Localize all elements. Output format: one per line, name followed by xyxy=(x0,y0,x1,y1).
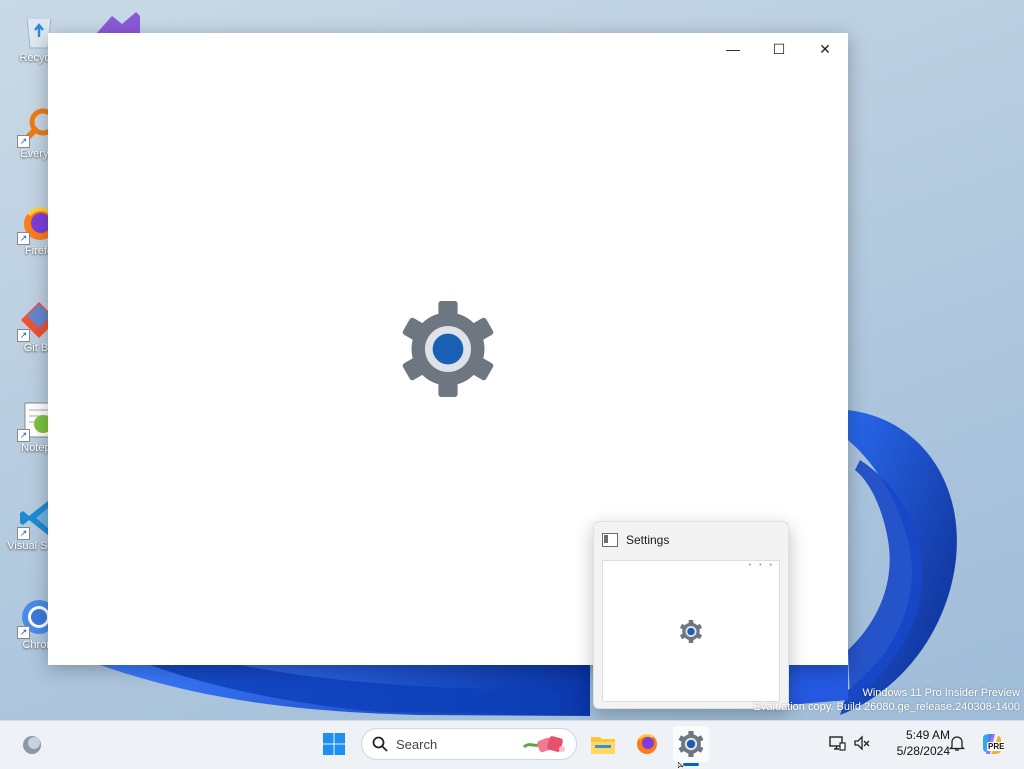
copilot-badge: PRE xyxy=(987,742,1006,751)
shortcut-arrow-icon: ↗ xyxy=(17,329,30,342)
settings-window-icon xyxy=(602,533,618,547)
preview-title-label: Settings xyxy=(626,533,670,547)
shortcut-arrow-icon: ↗ xyxy=(17,527,30,540)
maximize-button[interactable]: ☐ xyxy=(756,33,802,65)
widgets-button[interactable] xyxy=(14,726,50,762)
window-caption-buttons: — ☐ ✕ xyxy=(710,33,848,65)
preview-thumbnail[interactable]: • • • xyxy=(602,560,780,702)
speaker-muted-icon[interactable] xyxy=(853,734,871,752)
active-app-indicator xyxy=(683,763,699,766)
visual-studio-icon[interactable] xyxy=(92,6,142,34)
windows-logo-icon xyxy=(323,733,345,755)
clock-date: 5/28/2024 xyxy=(896,744,950,758)
shortcut-arrow-icon: ↗ xyxy=(17,429,30,442)
preview-caption-dots: • • • xyxy=(748,562,775,569)
watermark-line-2: Evaluation copy. Build 26080.ge_release.… xyxy=(753,701,1020,713)
search-placeholder: Search xyxy=(396,736,438,752)
settings-gear-icon xyxy=(680,620,702,643)
maximize-icon: ☐ xyxy=(772,40,786,57)
taskbar-firefox[interactable] xyxy=(629,726,665,762)
mouse-cursor-icon xyxy=(678,762,684,768)
minimize-icon: — xyxy=(726,41,740,57)
taskbar-thumbnail-preview[interactable]: Settings • • • xyxy=(593,521,789,709)
shortcut-arrow-icon: ↗ xyxy=(17,232,30,245)
close-button[interactable]: ✕ xyxy=(802,33,848,65)
folder-icon xyxy=(591,737,615,754)
minimize-button[interactable]: — xyxy=(710,33,756,65)
taskbar-settings[interactable] xyxy=(673,726,709,762)
settings-gear-icon xyxy=(402,301,494,397)
preview-title: Settings xyxy=(602,533,669,547)
shortcut-arrow-icon: ↗ xyxy=(17,135,30,148)
taskbar-search-box[interactable]: Search xyxy=(361,728,577,760)
clock-time: 5:49 AM xyxy=(905,728,950,742)
taskbar-file-explorer[interactable] xyxy=(585,726,621,762)
notification-bell-icon[interactable] xyxy=(948,734,966,752)
firefox-icon xyxy=(637,734,657,754)
settings-gear-icon xyxy=(678,731,704,757)
network-icon[interactable] xyxy=(828,734,846,752)
shortcut-arrow-icon: ↗ xyxy=(17,626,30,639)
copilot-button[interactable]: PRE xyxy=(980,732,1006,756)
search-highlight-icon xyxy=(522,736,565,753)
close-icon: ✕ xyxy=(819,40,831,57)
watermark-line-1: Windows 11 Pro Insider Preview xyxy=(862,687,1020,699)
system-clock[interactable]: 5:49 AM 5/28/2024 xyxy=(878,727,950,759)
search-icon xyxy=(372,736,388,752)
weather-icon xyxy=(23,736,41,754)
start-button[interactable] xyxy=(316,726,352,762)
evaluation-watermark: Windows 11 Pro Insider Preview Evaluatio… xyxy=(754,686,1020,714)
